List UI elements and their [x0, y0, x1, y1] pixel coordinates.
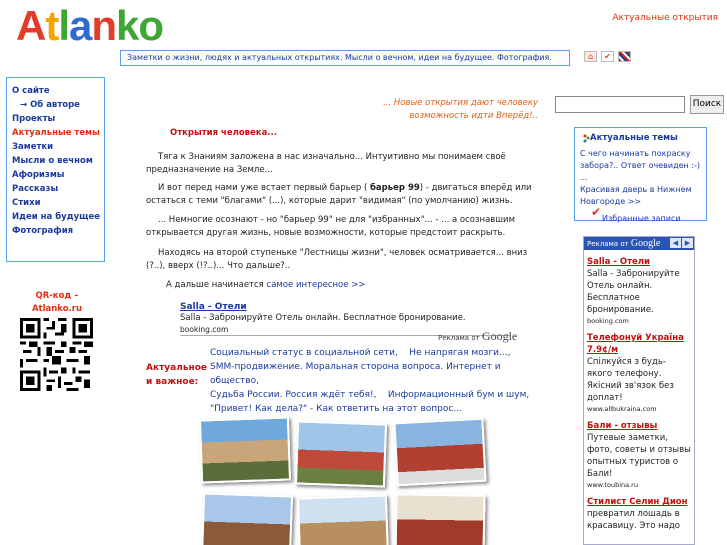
menu-item-notes[interactable]: Заметки	[12, 140, 99, 154]
google-logo: Google	[481, 329, 518, 343]
google-ad: Стилист Селин Дион превратил лошадь в кр…	[584, 490, 694, 532]
menu-item-poems[interactable]: Стихи	[12, 196, 99, 210]
qr-label-line2: Atlanko.ru	[31, 304, 83, 314]
ad-title[interactable]: Бали - отзывы	[587, 420, 691, 432]
chevron-right-icon[interactable]: ▶	[682, 238, 693, 248]
menu-item-aphorisms[interactable]: Афоризмы	[12, 168, 99, 182]
actual-link-info-boom[interactable]: Информационный бум и шум,	[388, 390, 529, 400]
article-title: Открытия человека...	[170, 128, 277, 138]
google-ad: Salla - Отели Salla - Забронируйте Отель…	[584, 250, 694, 326]
menu-item-about-author[interactable]: → Об авторе	[12, 98, 99, 112]
inline-ad-desc: Salla - Забронируйте Отель онлайн. Беспл…	[180, 313, 466, 323]
logo-letter: ko	[116, 2, 164, 49]
menu-item-photo[interactable]: Фотография	[12, 224, 99, 238]
menu-item-actual-topics[interactable]: Актуальные темы	[12, 126, 100, 140]
topics-icon	[583, 134, 590, 143]
inline-ads-by-google[interactable]: Реклама от Google	[438, 329, 517, 344]
paragraph-1: Тяга к Знаниям заложена в нас изначально…	[146, 152, 506, 175]
logo-letter: n	[91, 2, 117, 49]
photo-thumbnail[interactable]	[198, 416, 292, 484]
paragraph-2: И вот перед нами уже встает первый барье…	[146, 182, 542, 208]
photo-thumbnail[interactable]	[296, 494, 390, 545]
photo-thumbnail[interactable]	[200, 492, 294, 545]
actual-link-russia[interactable]: Судьба России. Россия ждёт тебя!,	[210, 390, 376, 400]
google-ads-header[interactable]: Реклама от Google ◀ ▶	[584, 237, 694, 250]
ad-url[interactable]: www.toubina.ru	[587, 480, 691, 490]
read-more-link[interactable]: самое интересное >>	[267, 280, 366, 290]
inline-ad-title[interactable]: Salla - Отели	[180, 302, 510, 312]
photo-thumbnail[interactable]	[294, 420, 388, 488]
ad-title[interactable]: Телефонуй Україна	[587, 332, 691, 344]
paragraph-4: Находясь на второй ступеньке "Лестницы ж…	[146, 248, 528, 271]
read-more-text: А дальше начинается	[166, 280, 264, 290]
site-tagline: Заметки о жизни, людях и актуальных откр…	[120, 50, 570, 66]
actual-links: Социальный статус в социальной сети, Не …	[210, 346, 540, 416]
google-ad: Бали - отзывы Путевые заметки, фото, сов…	[584, 414, 694, 490]
barrier-99-link[interactable]: барьер 99	[370, 183, 420, 193]
checkmark-icon[interactable]: ✔	[601, 51, 614, 62]
checkmark-icon: ✔	[591, 205, 602, 219]
google-logo: Google	[630, 238, 661, 249]
actual-link-no-strain[interactable]: Не напрягая мозги...,	[409, 348, 510, 358]
chevron-left-icon[interactable]: ◀	[670, 238, 681, 248]
google-ads-panel: Реклама от Google ◀ ▶ Salla - Отели Sall…	[583, 236, 695, 545]
ad-url[interactable]: www.allbukraina.com	[587, 404, 691, 414]
ad-desc: Путевые заметки, фото, советы и отзывы о…	[587, 433, 691, 479]
uk-flag-icon[interactable]	[618, 51, 631, 62]
topics-link-fence[interactable]: С чего начинать покраску забора?.. Ответ…	[580, 148, 701, 184]
paragraph-2-text: И вот перед нами уже встает первый барье…	[158, 183, 368, 193]
ad-desc: Спілкуйся з будь-якого телефону. Якісний…	[587, 357, 674, 403]
search-button[interactable]: Поиск	[690, 95, 724, 114]
menu-item-stories[interactable]: Рассказы	[12, 182, 99, 196]
ad-url[interactable]: booking.com	[587, 316, 691, 326]
ads-by-label: Реклама от	[438, 334, 480, 342]
logo-letter: t	[45, 2, 59, 49]
menu-item-eternal[interactable]: Мысли о вечном	[12, 154, 99, 168]
logo-letter: l	[58, 2, 70, 49]
google-ad: Телефонуй Україна 7.9¢/м Спілкуйся з буд…	[584, 326, 694, 414]
actual-link-hello[interactable]: "Привет! Как дела?" - Как ответить на эт…	[210, 404, 462, 414]
qr-code-icon	[20, 318, 93, 391]
read-more-line: А дальше начинается самое интересное >>	[166, 280, 365, 290]
search-input[interactable]	[555, 96, 685, 113]
qr-label-line1: QR-код –	[35, 291, 79, 301]
qr-label: QR-код – Atlanko.ru	[22, 290, 92, 316]
ads-by-label: Реклама от	[587, 240, 629, 248]
logo-letter: a	[69, 2, 92, 49]
menu-item-about-site[interactable]: О сайте	[12, 84, 99, 98]
left-menu: О сайте → Об авторе Проекты Актуальные т…	[6, 77, 105, 262]
top-actual-link[interactable]: Актуальные открытия	[612, 13, 718, 23]
logo-letter: A	[16, 2, 46, 49]
site-logo[interactable]: Atlanko	[16, 2, 164, 50]
actual-label-line2: и важное:	[146, 377, 199, 387]
ad-desc: Salla - Забронируйте Отель онлайн. Беспл…	[587, 269, 680, 315]
ad-title[interactable]: Стилист Селин Дион	[587, 496, 691, 508]
lang-switcher: ⌂ ✔	[584, 51, 631, 62]
ad-price[interactable]: 7.9¢/м	[587, 344, 691, 356]
home-icon[interactable]: ⌂	[584, 51, 597, 62]
ad-desc: превратил лошадь в красавицу. Это надо	[587, 509, 681, 531]
ads-nav: ◀ ▶	[670, 238, 693, 248]
actual-topics-box: Актуальные темы С чего начинать покраску…	[574, 127, 707, 223]
actual-label: Актуальное и важное:	[146, 361, 207, 389]
actual-link-social-status[interactable]: Социальный статус в социальной сети,	[210, 348, 398, 358]
actual-label-line1: Актуальное	[146, 363, 208, 373]
actual-link-smm[interactable]: SMM-продвижение. Моральная сторона вопро…	[210, 362, 501, 386]
topics-box-title: Актуальные темы	[590, 133, 678, 143]
photo-thumbnail[interactable]	[393, 417, 487, 487]
ad-title[interactable]: Salla - Отели	[587, 256, 691, 268]
photo-thumbnail[interactable]	[394, 493, 486, 545]
menu-item-ideas[interactable]: Идеи на будущее	[12, 210, 100, 224]
page-quote: ... Новые открытия дают человеку возможн…	[383, 98, 538, 121]
menu-item-projects[interactable]: Проекты	[12, 112, 99, 126]
paragraph-3: ... Немногие осознают - но "барьер 99" н…	[146, 215, 515, 238]
